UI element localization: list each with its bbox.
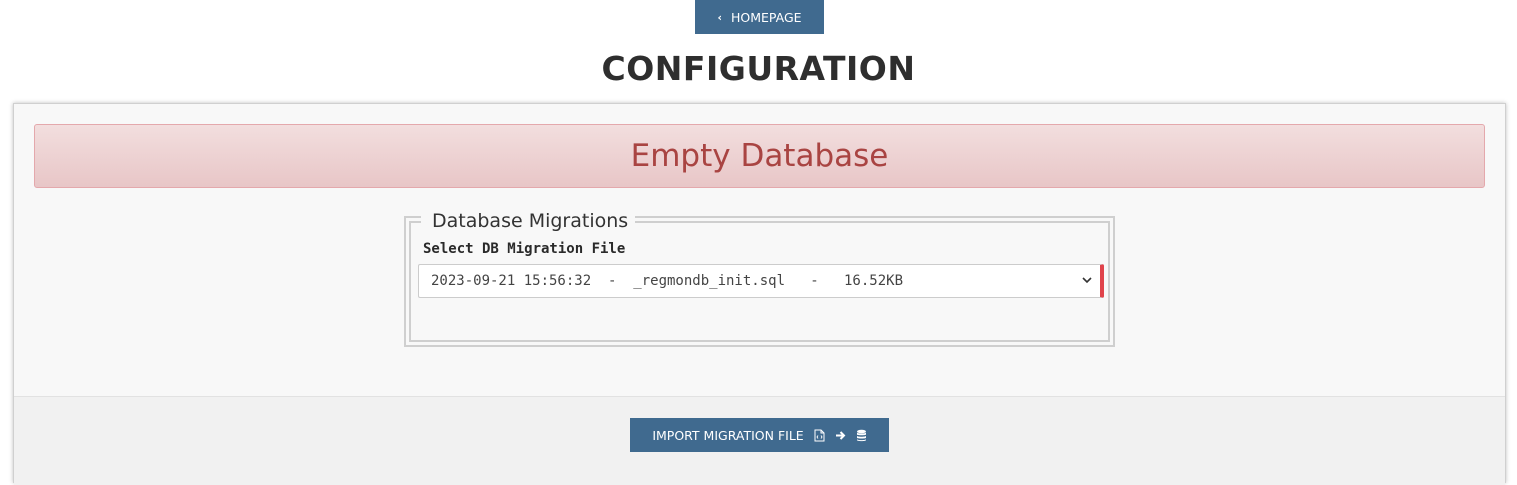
migrations-legend: Database Migrations	[421, 209, 636, 233]
homepage-button[interactable]: ‹ HOMEPAGE	[695, 0, 824, 34]
page-title: CONFIGURATION	[601, 49, 916, 88]
migrations-fieldset-inner: Database Migrations Select DB Migration …	[409, 209, 1110, 342]
import-migration-button-label: IMPORT MIGRATION FILE	[652, 427, 804, 443]
file-code-icon	[814, 429, 825, 442]
database-icon	[856, 429, 867, 442]
homepage-button-label: HOMEPAGE	[730, 9, 802, 25]
panel-footer: IMPORT MIGRATION FILE	[14, 396, 1505, 485]
config-panel: Empty Database Database Migrations Selec…	[13, 103, 1506, 485]
chevron-left-icon: ‹	[717, 10, 722, 24]
import-migration-button[interactable]: IMPORT MIGRATION FILE	[630, 418, 889, 452]
alert-text: Empty Database	[630, 138, 889, 174]
empty-database-alert: Empty Database	[34, 124, 1485, 188]
migration-file-selected-value: 2023-09-21 15:56:32 - _regmondb_init.sql…	[431, 273, 904, 289]
migrations-fieldset: Database Migrations Select DB Migration …	[404, 209, 1115, 347]
migration-file-select[interactable]: 2023-09-21 15:56:32 - _regmondb_init.sql…	[418, 264, 1104, 298]
arrow-right-icon	[835, 430, 846, 441]
chevron-down-icon	[1082, 277, 1092, 284]
migration-file-label: Select DB Migration File	[423, 241, 626, 257]
